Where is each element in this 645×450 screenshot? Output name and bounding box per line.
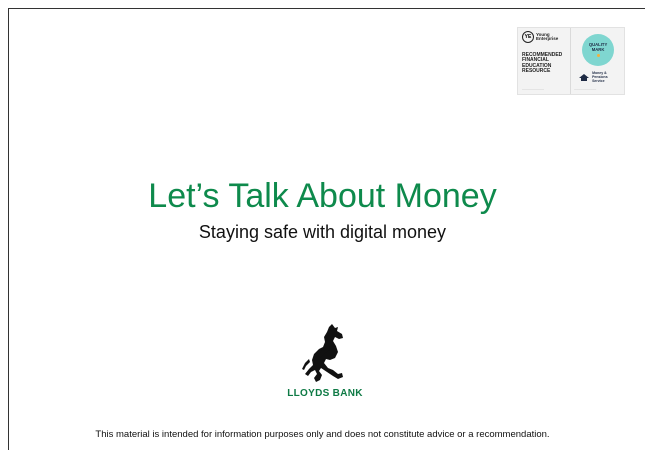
quality-mark-dot xyxy=(596,53,600,57)
badge-left-panel: YE Young Enterprise RECOMMENDED FINANCIA… xyxy=(518,28,572,94)
slide-title: Let’s Talk About Money xyxy=(148,177,497,215)
lloyds-bank-logo: LLOYDS BANK xyxy=(285,322,365,402)
black-horse-icon xyxy=(302,324,343,382)
quality-mark-label: QUALITY MARK xyxy=(588,42,608,52)
quality-mark-seal: QUALITY MARK xyxy=(582,34,615,66)
young-enterprise-logo: YE Young Enterprise xyxy=(522,31,567,43)
badge-fine-print-left: ——————————— xyxy=(522,89,544,91)
badge-right-panel: QUALITY MARK Money & Pensions Service ——… xyxy=(571,28,624,94)
slide-subtitle: Staying safe with digital money xyxy=(198,222,447,242)
money-pensions-logo: Money & Pensions Service xyxy=(579,71,612,83)
recommended-resource-label: RECOMMENDED FINANCIAL EDUCATION RESOURCE xyxy=(522,52,563,75)
ye-name: Young Enterprise xyxy=(536,31,559,41)
disclaimer-text: This material is intended for informatio… xyxy=(95,429,550,440)
ye-icon: YE xyxy=(522,31,534,43)
money-pensions-icon xyxy=(579,74,590,82)
slide: YE Young Enterprise RECOMMENDED FINANCIA… xyxy=(0,0,645,450)
badge-fine-print-right: ——————————— xyxy=(574,89,597,91)
bank-name: LLOYDS BANK xyxy=(287,388,363,399)
quality-mark-badge: YE Young Enterprise RECOMMENDED FINANCIA… xyxy=(517,27,625,95)
money-pensions-name: Money & Pensions Service xyxy=(592,71,608,83)
slide-border-top xyxy=(8,8,645,9)
